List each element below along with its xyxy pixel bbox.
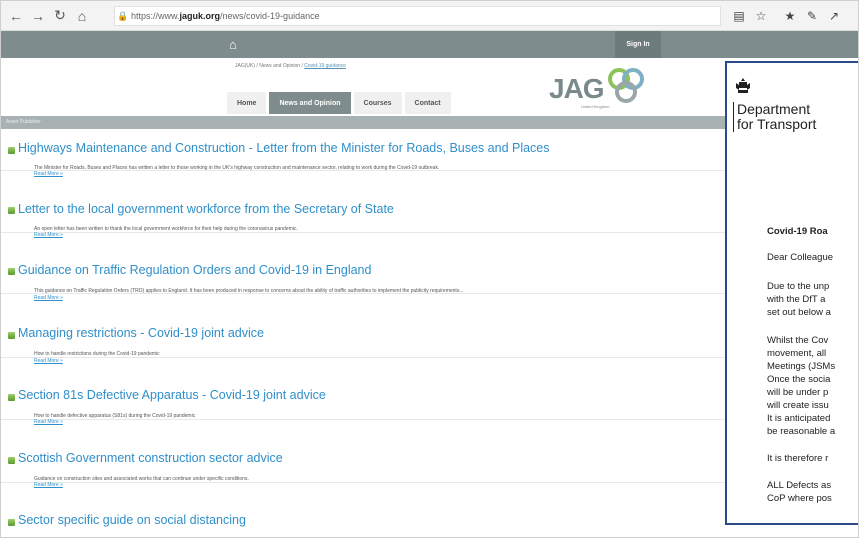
read-more-link[interactable]: Read More » [34,171,63,177]
url-prefix: https://www. [131,11,180,21]
letter-line: will create issu [767,400,829,411]
bullet-icon [8,147,15,154]
address-bar[interactable]: 🔒 https://www. jaguk.org/news/covid-19-gu… [114,6,721,26]
list-item: Managing restrictions - Covid-19 joint a… [1,314,726,358]
article-title[interactable]: Section 81s Defective Apparatus - Covid-… [18,388,326,402]
browser-window: ← → ↻ ⌂ 🔒 https://www. jaguk.org/news/cov… [0,0,859,538]
bullet-icon [8,519,15,526]
back-icon[interactable]: ← [5,5,27,27]
bullet-icon [8,207,15,214]
article-title[interactable]: Scottish Government construction sector … [18,451,283,465]
asset-publisher-bar: Asset Publisher [1,116,726,129]
home-icon[interactable]: ⌂ [71,5,93,27]
breadcrumb-news[interactable]: News and Opinion [259,63,300,69]
share-icon[interactable]: ↗ [825,7,843,25]
letter-line: will be under p [767,387,829,398]
letter-line: Whilst the Cov [767,335,829,346]
article-title[interactable]: Managing restrictions - Covid-19 joint a… [18,326,264,340]
article-description: Guidance on construction sites and assoc… [34,476,249,482]
logo-knot-icon [608,68,644,103]
article-description: The Minister for Roads, Buses and Places… [34,165,440,171]
article-list: Highways Maintenance and Construction - … [1,129,726,537]
article-description: This guidance on Traffic Regulation Orde… [34,288,464,294]
breadcrumb-current[interactable]: Covid-19 guidance [304,63,346,69]
jag-logo[interactable]: JAG United Kingdom [549,67,659,111]
article-title[interactable]: Letter to the local government workforce… [18,202,394,216]
site-top-bar [1,31,858,58]
letter-line: It is anticipated [767,413,831,424]
letter-line: set out below a [767,307,831,318]
letter-line: with the DfT a [767,294,826,305]
list-item: Guidance on Traffic Regulation Orders an… [1,250,726,294]
menu-courses[interactable]: Courses [353,92,402,114]
article-title[interactable]: Highways Maintenance and Construction - … [18,141,550,155]
article-title[interactable]: Sector specific guide on social distanci… [18,513,246,527]
logo-subtext: United Kingdom [581,104,610,109]
read-more-link[interactable]: Read More » [34,482,63,488]
letter-line: Due to the unp [767,281,830,292]
letter-line: CoP where pos [767,493,832,504]
breadcrumb: JAG(UK) / News and Opinion / Covid-19 gu… [1,63,580,69]
article-description: How to handle restrictions during the Co… [34,351,160,357]
article-title[interactable]: Guidance on Traffic Regulation Orders an… [18,263,371,277]
dept-line-1: Department [737,101,811,117]
read-more-link[interactable]: Read More » [34,295,63,301]
list-item: Section 81s Defective Apparatus - Covid-… [1,376,726,420]
list-item: Scottish Government construction sector … [1,439,726,483]
site-home-icon[interactable]: ⌂ [229,37,237,52]
read-more-link[interactable]: Read More » [34,419,63,425]
letter-line: It is therefore r [767,453,829,464]
bullet-icon [8,268,15,275]
read-more-link[interactable]: Read More » [34,358,63,364]
letter-line: Dear Colleague [767,252,834,263]
url-path: /news/covid-19-guidance [220,11,320,21]
letter-line: movement, all [767,348,827,359]
pen-icon[interactable]: ✎ [803,7,821,25]
list-item: Sector specific guide on social distanci… [1,501,726,537]
dft-letter-panel: Department for Transport Covid-19 Roa De… [725,61,858,525]
favorite-star-icon[interactable]: ☆ [752,7,770,25]
bullet-icon [8,457,15,464]
menu-contact[interactable]: Contact [404,92,451,114]
royal-crest-icon [736,78,750,93]
letter-line: ALL Defects as [767,480,832,491]
department-name: Department for Transport [733,102,816,132]
sign-in-button[interactable]: Sign In [615,31,661,58]
read-more-link[interactable]: Read More » [34,232,63,238]
letter-line: be reasonable a [767,426,836,437]
article-description: An open letter has been written to thank… [34,226,298,232]
breadcrumb-jag[interactable]: JAG(UK) [235,63,255,69]
lock-icon: 🔒 [117,10,129,21]
favorites-hub-icon[interactable]: ★ [781,7,799,25]
letter-line: Meetings (JSMs [767,361,836,372]
menu-news-and-opinion[interactable]: News and Opinion [269,92,351,114]
forward-icon[interactable]: → [27,5,49,27]
url-domain: jaguk.org [179,11,221,21]
menu-home[interactable]: Home [227,92,267,114]
bullet-icon [8,332,15,339]
list-item: Highways Maintenance and Construction - … [1,129,726,171]
reading-view-icon[interactable]: ▤ [730,7,748,25]
letter-heading: Covid-19 Roa [767,226,828,237]
letter-line: Once the socia [767,374,831,385]
main-menu: Home News and Opinion Courses Contact [227,92,454,114]
logo-text: JAG [549,73,605,104]
list-item: Letter to the local government workforce… [1,189,726,233]
refresh-icon[interactable]: ↻ [49,5,71,27]
bullet-icon [8,394,15,401]
dept-line-2: for Transport [737,116,817,132]
